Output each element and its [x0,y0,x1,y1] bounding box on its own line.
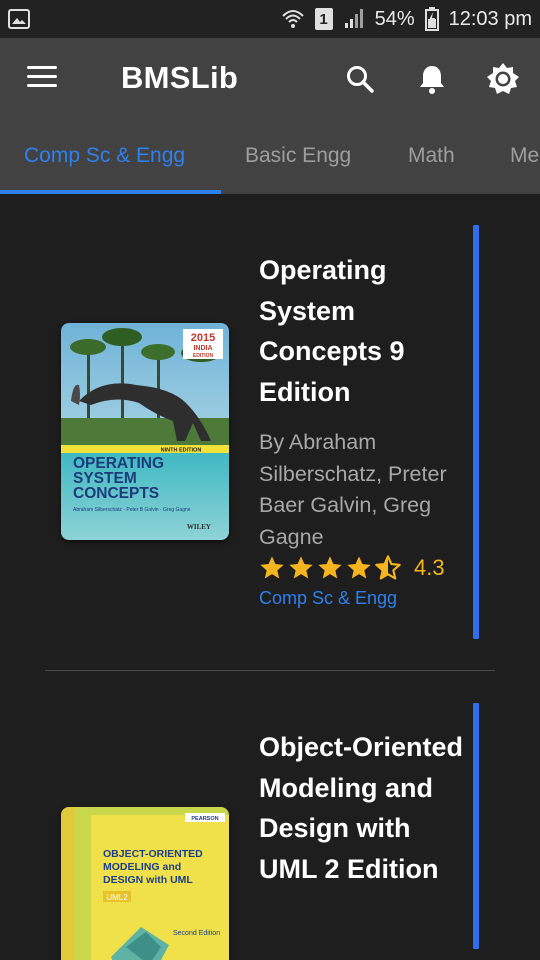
book-card[interactable]: PEARSON OBJECT-ORIENTED MODELING and DES… [0,671,540,960]
app-bar: BMSLib [0,38,540,122]
cover-edition: Second Edition [173,930,220,937]
cover-badge-line1: INDIA [193,345,212,352]
cover-title-line: DESIGN with UML [103,874,193,886]
bell-icon[interactable] [415,62,449,96]
signal-icon [344,9,363,28]
brightness-icon[interactable] [486,62,520,96]
star-full-icon [318,556,342,579]
star-full-icon [289,556,313,579]
rating-row: 4.3 [258,554,445,582]
book-list: 2015 INDIA EDITION NINTH EDITION OPERATI… [0,194,540,960]
cover-badge-year: 2015 [191,332,215,344]
cover-tag: UML2 [106,893,128,902]
book-author: By Abraham Silberschatz, Preter Baer Gal… [259,430,447,550]
cover-badge-line2: EDITION [193,353,214,359]
cover-edition-strip: NINTH EDITION [161,448,202,454]
clock: 12:03 pm [448,7,532,30]
card-accent-bar [473,225,479,639]
wifi-icon [281,10,304,28]
cover-publisher: WILEY [187,523,211,531]
book-title: Object-Oriented Modeling and Design with… [259,732,464,884]
tab-basic-engg[interactable]: Basic Engg [245,144,351,168]
menu-icon[interactable] [27,66,57,90]
book-cover-image: 2015 INDIA EDITION NINTH EDITION OPERATI… [61,323,229,540]
star-full-icon [260,556,284,579]
book-category[interactable]: Comp Sc & Engg [259,588,397,609]
book-title: Operating System Concepts 9 Edition [259,255,405,407]
book-card[interactable]: 2015 INDIA EDITION NINTH EDITION OPERATI… [0,194,540,670]
battery-percent: 54% [374,7,415,30]
app-title: BMSLib [121,60,239,95]
sim-icon: 1 [314,8,333,30]
rating-value: 4.3 [414,555,445,580]
cover-title-line: OBJECT-ORIENTED [103,848,203,860]
category-tabs: Comp Sc & Engg Basic Engg Math Me [0,122,540,194]
cover-title-line: MODELING and [103,861,181,873]
rating-stars [258,554,402,582]
cover-title-line: CONCEPTS [73,485,159,502]
cover-authors: Abraham Silberschatz · Peter B Galvin · … [73,507,191,513]
status-bar: 1 54% 12:03 pm [0,0,540,38]
search-icon[interactable] [343,62,377,96]
tab-comp-sc-engg[interactable]: Comp Sc & Engg [24,144,185,168]
star-half-icon [375,555,401,580]
tab-me[interactable]: Me [510,144,539,168]
image-icon [8,9,30,29]
star-full-icon [347,556,371,579]
book-cover-image: PEARSON OBJECT-ORIENTED MODELING and DES… [61,807,229,960]
tab-math[interactable]: Math [408,144,455,168]
cover-publisher: PEARSON [191,816,218,822]
card-accent-bar [473,703,479,949]
battery-icon [424,7,439,31]
